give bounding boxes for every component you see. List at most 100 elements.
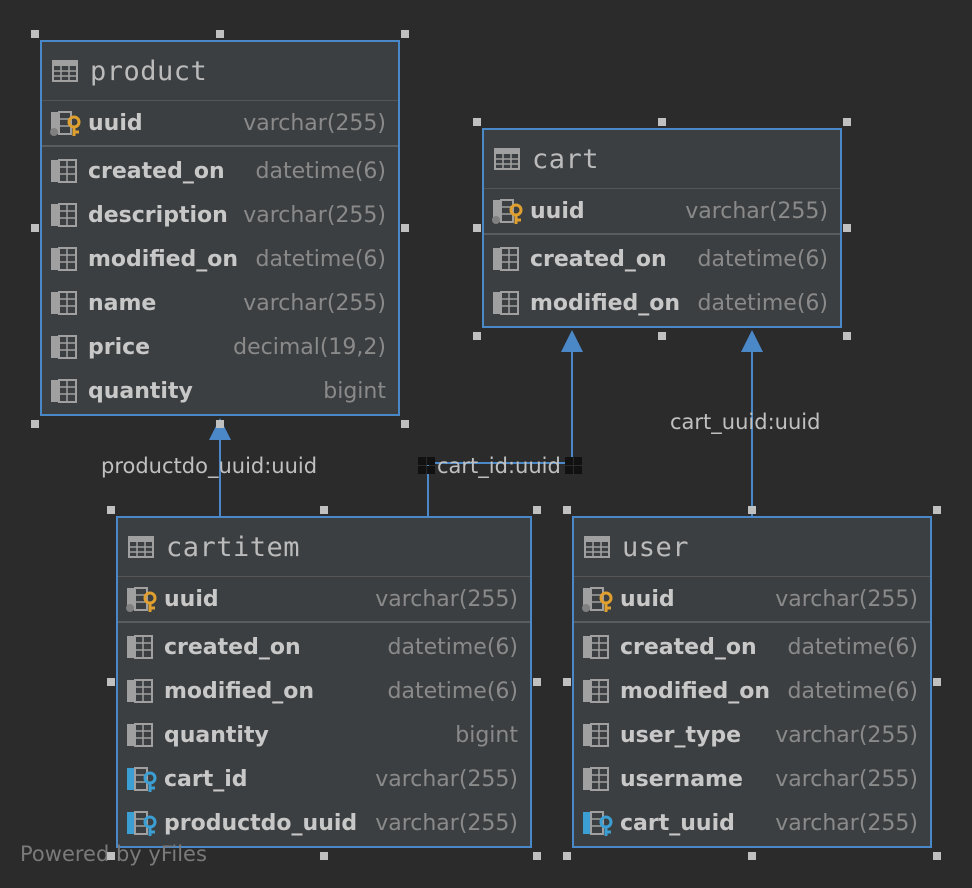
- column-name: modified_on: [164, 678, 315, 704]
- column-row-created-on[interactable]: created_on datetime(6): [574, 625, 930, 669]
- column-type: varchar(255): [243, 110, 386, 136]
- edge-cart-id[interactable]: [427, 346, 573, 517]
- column-row-productdo-uuid[interactable]: productdo_uuid varchar(255): [118, 801, 530, 845]
- resize-handle[interactable]: [658, 332, 666, 340]
- column-name: modified_on: [620, 678, 771, 704]
- resize-handle[interactable]: [563, 852, 571, 860]
- resize-handle[interactable]: [748, 506, 756, 514]
- column-row-quantity[interactable]: quantity bigint: [118, 713, 530, 757]
- column-icon: [50, 202, 84, 228]
- column-name: quantity: [164, 722, 269, 748]
- table-header[interactable]: user: [574, 518, 930, 577]
- table-icon: [128, 536, 154, 558]
- table-title: product: [90, 55, 208, 87]
- resize-handle[interactable]: [216, 30, 224, 38]
- column-name: quantity: [88, 378, 193, 404]
- resize-handle[interactable]: [401, 224, 409, 232]
- resize-handle[interactable]: [31, 420, 39, 428]
- column-type: varchar(255): [685, 198, 828, 224]
- table-title: user: [622, 531, 690, 563]
- resize-handle[interactable]: [401, 420, 409, 428]
- table-title: cart: [532, 143, 600, 175]
- column-type: varchar(255): [243, 290, 386, 316]
- primary-key-icon: [50, 110, 84, 136]
- column-row-username[interactable]: username varchar(255): [574, 757, 930, 801]
- resize-handle[interactable]: [563, 678, 571, 686]
- resize-handle[interactable]: [473, 332, 481, 340]
- resize-handle[interactable]: [563, 506, 571, 514]
- column-icon: [126, 722, 160, 748]
- resize-handle[interactable]: [843, 118, 851, 126]
- resize-handle[interactable]: [31, 224, 39, 232]
- column-row-modified-on[interactable]: modified_on datetime(6): [484, 281, 840, 325]
- table-header[interactable]: cart: [484, 130, 840, 189]
- table-product[interactable]: product uuid varchar(255) created_on datet…: [40, 40, 400, 416]
- table-icon: [584, 536, 610, 558]
- column-name: modified_on: [88, 246, 239, 272]
- column-name: uuid: [620, 586, 675, 612]
- column-row-modified-on[interactable]: modified_on datetime(6): [42, 237, 398, 281]
- resize-handle[interactable]: [933, 678, 941, 686]
- column-row-description[interactable]: description varchar(255): [42, 193, 398, 237]
- columns-list: created_on datetime(6) description varchar…: [42, 147, 398, 413]
- column-type: bigint: [455, 722, 518, 748]
- column-type: varchar(255): [775, 586, 918, 612]
- table-icon: [494, 148, 520, 170]
- column-row-uuid[interactable]: uuid varchar(255): [484, 189, 840, 233]
- column-type: varchar(255): [243, 202, 386, 228]
- relation-label-productdo: productdo_uuid:uuid: [101, 454, 318, 478]
- resize-handle[interactable]: [320, 852, 328, 860]
- resize-handle[interactable]: [31, 30, 39, 38]
- resize-handle[interactable]: [933, 506, 941, 514]
- column-row-uuid[interactable]: uuid varchar(255): [118, 577, 530, 621]
- resize-handle[interactable]: [216, 420, 224, 428]
- column-name: cart_id: [164, 766, 248, 792]
- resize-handle[interactable]: [533, 852, 541, 860]
- column-type: datetime(6): [387, 678, 518, 704]
- column-row-cart-uuid[interactable]: cart_uuid varchar(255): [574, 801, 930, 845]
- resize-handle[interactable]: [843, 224, 851, 232]
- column-row-price[interactable]: price decimal(19,2): [42, 325, 398, 369]
- foreign-key-icon: [126, 766, 160, 792]
- resize-handle[interactable]: [658, 118, 666, 126]
- column-type: decimal(19,2): [233, 334, 386, 360]
- table-user[interactable]: user uuid varchar(255) created_on datetime…: [572, 516, 932, 848]
- resize-handle[interactable]: [401, 30, 409, 38]
- column-row-created-on[interactable]: created_on datetime(6): [484, 237, 840, 281]
- table-header[interactable]: cartitem: [118, 518, 530, 577]
- columns-list: created_on datetime(6) modified_on datetim…: [118, 623, 530, 845]
- foreign-key-icon: [582, 810, 616, 836]
- resize-handle[interactable]: [107, 852, 115, 860]
- column-icon: [492, 290, 526, 316]
- column-name: cart_uuid: [620, 810, 735, 836]
- resize-handle[interactable]: [473, 118, 481, 126]
- resize-handle[interactable]: [933, 852, 941, 860]
- resize-handle[interactable]: [748, 852, 756, 860]
- column-name: uuid: [88, 110, 143, 136]
- column-row-created-on[interactable]: created_on datetime(6): [118, 625, 530, 669]
- column-row-cart-id[interactable]: cart_id varchar(255): [118, 757, 530, 801]
- column-row-user-type[interactable]: user_type varchar(255): [574, 713, 930, 757]
- column-type: varchar(255): [375, 810, 518, 836]
- resize-handle[interactable]: [843, 332, 851, 340]
- column-row-uuid[interactable]: uuid varchar(255): [42, 101, 398, 145]
- column-type: varchar(255): [375, 766, 518, 792]
- resize-handle[interactable]: [533, 678, 541, 686]
- resize-handle[interactable]: [473, 224, 481, 232]
- column-icon: [582, 766, 616, 792]
- table-title: cartitem: [166, 531, 301, 563]
- resize-handle[interactable]: [107, 678, 115, 686]
- column-row-name[interactable]: name varchar(255): [42, 281, 398, 325]
- resize-handle[interactable]: [107, 506, 115, 514]
- table-header[interactable]: product: [42, 42, 398, 101]
- column-row-modified-on[interactable]: modified_on datetime(6): [118, 669, 530, 713]
- resize-handle[interactable]: [533, 506, 541, 514]
- primary-key-icon: [492, 198, 526, 224]
- column-row-modified-on[interactable]: modified_on datetime(6): [574, 669, 930, 713]
- column-row-quantity[interactable]: quantity bigint: [42, 369, 398, 413]
- table-cartitem[interactable]: cartitem uuid varchar(255) created_on date…: [116, 516, 532, 848]
- column-row-created-on[interactable]: created_on datetime(6): [42, 149, 398, 193]
- table-cart[interactable]: cart uuid varchar(255) created_on datetime…: [482, 128, 842, 328]
- column-row-uuid[interactable]: uuid varchar(255): [574, 577, 930, 621]
- resize-handle[interactable]: [320, 506, 328, 514]
